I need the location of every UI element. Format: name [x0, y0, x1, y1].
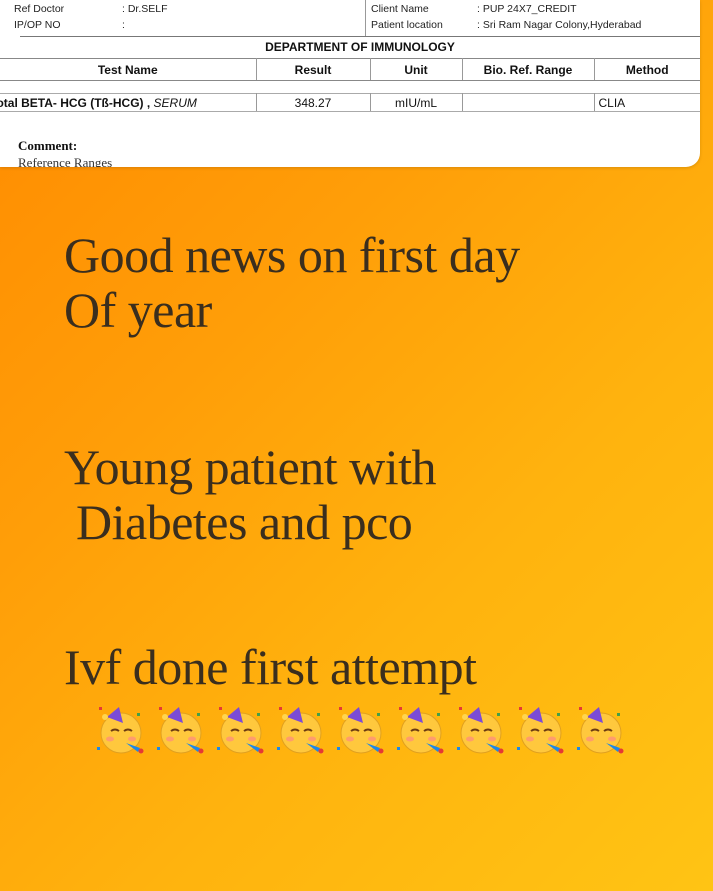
specimen: SERUM [153, 95, 197, 110]
report-meta: Ref Doctor : Dr.SELF IP/OP NO : Client N… [0, 0, 700, 36]
test-name-cell: Total BETA- HCG (Tß-HCG) , SERUM [0, 93, 257, 112]
partying-face-emoji [272, 700, 330, 758]
meta-bottom-rule [20, 36, 700, 37]
partying-face-emoji [572, 700, 630, 758]
col-result: Result [256, 58, 371, 81]
col-unit: Unit [370, 58, 463, 81]
story-text-line1: Good news on first day Of year [64, 227, 520, 338]
patient-location-value: : Sri Ram Nagar Colony,Hyderabad [477, 19, 642, 31]
partying-face-emoji [212, 700, 270, 758]
results-header-row: Test Name Result Unit Bio. Ref. Range Me… [0, 58, 700, 81]
client-name-label: Client Name [371, 3, 429, 15]
comment-label: Comment: [18, 138, 78, 153]
col-test-name: Test Name [0, 58, 257, 81]
partying-face-emoji [152, 700, 210, 758]
col-method: Method [594, 58, 700, 81]
reference-ranges-label: Reference Ranges [18, 155, 113, 167]
lab-report-screenshot: Ref Doctor : Dr.SELF IP/OP NO : Client N… [0, 0, 700, 167]
story-text-line3: Ivf done first attempt [64, 639, 477, 695]
partying-face-emoji [452, 700, 510, 758]
ip-op-value: : [122, 19, 125, 31]
story-text-line2: Young patient with Diabetes and pco [64, 439, 437, 550]
department-title: DEPARTMENT OF IMMUNOLOGY [265, 40, 455, 54]
ref-range-cell [462, 93, 595, 112]
client-name-value: : PUP 24X7_CREDIT [477, 3, 577, 15]
emoji-row [92, 700, 630, 758]
ip-op-label: IP/OP NO [14, 19, 61, 31]
method-cell: CLIA [594, 93, 700, 112]
ref-doctor-value: : Dr.SELF [122, 3, 168, 15]
meta-divider [365, 0, 366, 36]
unit-cell: mIU/mL [370, 93, 463, 112]
patient-location-label: Patient location [371, 19, 443, 31]
table-row: Total BETA- HCG (Tß-HCG) , SERUM 348.27 … [0, 93, 700, 112]
ref-doctor-label: Ref Doctor [14, 3, 65, 15]
test-name: Total BETA- HCG (Tß-HCG) , [0, 95, 151, 110]
partying-face-emoji [92, 700, 150, 758]
results-table: Test Name Result Unit Bio. Ref. Range Me… [0, 58, 700, 112]
partying-face-emoji [512, 700, 570, 758]
result-cell: 348.27 [256, 93, 371, 112]
col-ref-range: Bio. Ref. Range [462, 58, 595, 81]
partying-face-emoji [332, 700, 390, 758]
partying-face-emoji [392, 700, 450, 758]
